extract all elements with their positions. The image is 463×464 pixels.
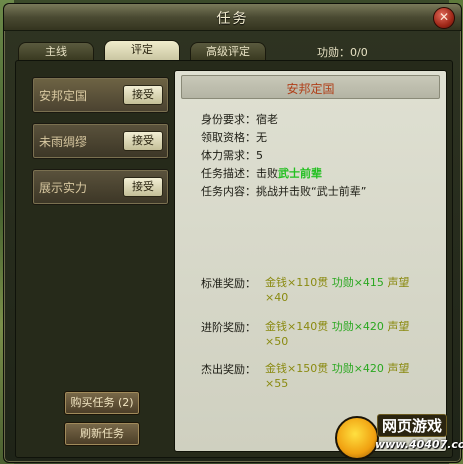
reward-merit: 功勋×415: [331, 276, 384, 289]
detail-title-bar: 安邦定国: [181, 75, 440, 99]
quest-item[interactable]: 安邦定国 接受: [32, 77, 169, 113]
reward-merit: 功勋×420: [331, 320, 384, 333]
stamina-value: 5: [256, 149, 263, 162]
reward-gold: 金钱×140贯: [265, 320, 329, 333]
tab-advanced-evaluation[interactable]: 高级评定: [190, 42, 266, 61]
close-icon[interactable]: ✕: [433, 7, 455, 29]
identity-value: 宿老: [256, 113, 278, 126]
identity-row: 身份要求：宿老: [201, 111, 278, 127]
target-link[interactable]: 武士前辈: [278, 165, 322, 181]
quest-detail-panel: 安邦定国 身份要求：宿老 领取资格：无 体力需求：5 任务描述：击败武士前辈 任…: [174, 70, 447, 452]
accept-button[interactable]: 接受: [123, 131, 163, 151]
mascot-icon: [335, 416, 379, 460]
qualification-row: 领取资格：无: [201, 129, 267, 145]
accept-button[interactable]: 接受: [123, 177, 163, 197]
reward-merit: 功勋×420: [331, 362, 384, 375]
identity-label: 身份要求：: [201, 113, 256, 126]
content-label: 任务内容：: [201, 185, 256, 198]
refresh-quest-button[interactable]: 刷新任务: [64, 422, 140, 446]
reward-gold: 金钱×110贯: [265, 276, 329, 289]
accept-button[interactable]: 接受: [123, 85, 163, 105]
description-row: 任务描述：击败武士前辈: [201, 165, 322, 181]
buy-quest-button[interactable]: 购买任务 (2): [64, 391, 140, 415]
detail-title: 安邦定国: [286, 82, 335, 96]
qualification-label: 领取资格：: [201, 131, 256, 144]
tab-evaluation[interactable]: 评定: [104, 40, 180, 61]
quest-name: 安邦定国: [39, 89, 88, 103]
reward-gold: 金钱×150贯: [265, 362, 329, 375]
window-title: 任务: [216, 11, 249, 27]
tab-main-quest[interactable]: 主线: [18, 42, 94, 61]
reward-text: 金钱×140贯 功勋×420 声望×50: [265, 319, 425, 349]
qualification-value: 无: [256, 131, 267, 144]
reward-label: 杰出奖励：: [201, 363, 256, 376]
quest-window: 任务 ✕ 主线 评定 高级评定 功勋：0/0 安邦定国 接受 未雨绸缪 接受 展…: [3, 3, 462, 463]
reward-label: 标准奖励：: [201, 277, 256, 290]
content-value: 挑战并击败“武士前辈”: [256, 185, 367, 198]
quest-item[interactable]: 展示实力 接受: [32, 169, 169, 205]
stamina-label: 体力需求：: [201, 149, 256, 162]
reward-text: 金钱×110贯 功勋×415 声望×40: [265, 275, 425, 305]
quest-name: 未雨绸缪: [39, 135, 88, 149]
quest-name: 展示实力: [39, 181, 88, 195]
watermark-logo: 网页游戏 www.40407.com: [335, 412, 463, 464]
title-bar[interactable]: 任务 ✕: [4, 4, 461, 31]
description-prefix: 击败: [256, 167, 278, 180]
watermark-url: www.40407.com: [375, 438, 463, 451]
watermark-title: 网页游戏: [377, 414, 448, 437]
reward-label: 进阶奖励：: [201, 321, 256, 334]
description-label: 任务描述：: [201, 167, 256, 180]
merit-counter: 功勋：0/0: [317, 46, 368, 59]
stamina-row: 体力需求：5: [201, 147, 263, 163]
reward-text: 金钱×150贯 功勋×420 声望×55: [265, 361, 425, 391]
content-row: 任务内容：挑战并击败“武士前辈”: [201, 183, 366, 199]
quest-item[interactable]: 未雨绸缪 接受: [32, 123, 169, 159]
